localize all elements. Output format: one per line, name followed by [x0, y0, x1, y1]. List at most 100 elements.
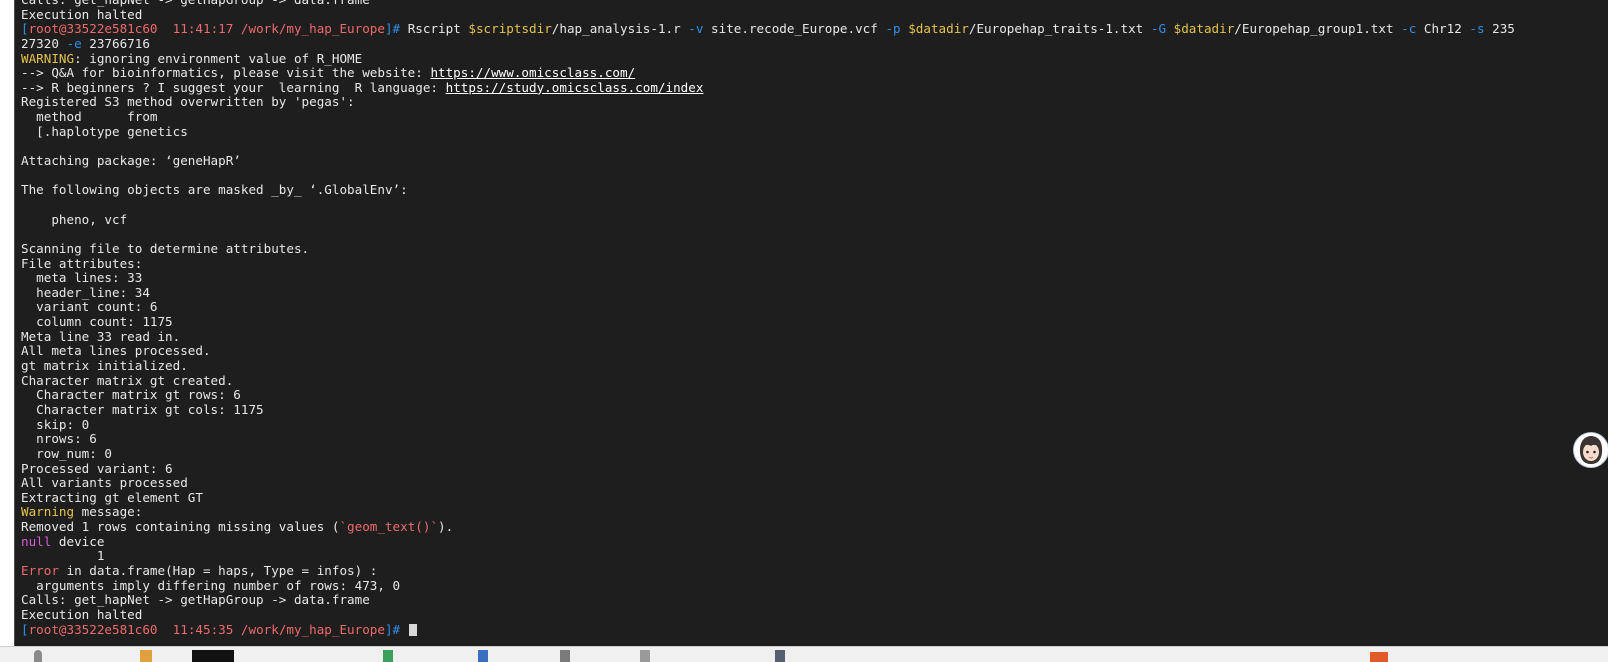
- terminal-line: All meta lines processed.: [21, 344, 1608, 359]
- terminal-text-segment: -s: [1469, 22, 1485, 37]
- terminal-text-segment: gt matrix initialized.: [21, 359, 188, 374]
- taskbar-icon[interactable]: [640, 650, 650, 662]
- terminal-line: Processed variant: 6: [21, 462, 1608, 477]
- terminal-text-segment: -e: [66, 36, 82, 51]
- cursor-block[interactable]: [408, 623, 417, 636]
- terminal-line: variant count: 6: [21, 300, 1608, 315]
- terminal-text-segment: ).: [438, 520, 454, 535]
- terminal-text-segment: Error: [21, 563, 59, 578]
- terminal-text-segment: [.haplotype genetics: [21, 124, 188, 139]
- terminal-line: File attributes:: [21, 257, 1608, 272]
- terminal-text-segment: 235: [1484, 22, 1515, 37]
- terminal-text-segment: device: [51, 534, 105, 549]
- terminal-text-segment: File attributes:: [21, 256, 143, 271]
- taskbar-icon[interactable]: [775, 650, 785, 662]
- terminal-text-segment: /hap_analysis-1.r: [551, 22, 689, 37]
- terminal-line: pheno, vcf: [21, 213, 1608, 228]
- terminal-text-segment: Meta line 33 read in.: [21, 329, 181, 344]
- terminal-text-segment: All variants processed: [21, 476, 188, 491]
- assistant-face-icon: [1574, 433, 1608, 467]
- terminal-line: Character matrix gt rows: 6: [21, 388, 1608, 403]
- terminal-line: Meta line 33 read in.: [21, 330, 1608, 345]
- terminal-text-segment: root@33522e581c60: [28, 22, 158, 37]
- terminal-line: All variants processed: [21, 476, 1608, 491]
- taskbar-icon[interactable]: [383, 650, 393, 662]
- terminal-line: Registered S3 method overwritten by 'peg…: [21, 95, 1608, 110]
- terminal-line: meta lines: 33: [21, 271, 1608, 286]
- terminal-text-segment: Extracting gt element GT: [21, 490, 203, 505]
- terminal-text-segment: root@33522e581c60: [28, 622, 158, 637]
- assistant-avatar-icon[interactable]: [1573, 432, 1608, 468]
- terminal-text-segment: Character matrix gt created.: [21, 373, 234, 388]
- terminal-text-segment: row_num: 0: [21, 446, 112, 461]
- taskbar: [0, 646, 1608, 662]
- terminal-text-segment: /Europehap_group1.txt: [1234, 22, 1402, 37]
- terminal-text-segment: -v: [688, 22, 704, 37]
- url-link[interactable]: https://study.omicsclass.com/index: [446, 81, 704, 95]
- terminal-text-segment: site.recode_Europe.vcf: [703, 22, 886, 37]
- terminal-line: WARNING: ignoring environment value of R…: [21, 52, 1608, 67]
- terminal-line: [root@33522e581c60 11:45:35 /work/my_hap…: [21, 623, 1608, 638]
- terminal-line: [.haplotype genetics: [21, 125, 1608, 140]
- terminal-line: gt matrix initialized.: [21, 359, 1608, 374]
- terminal-text-segment: in data.frame(Hap = haps, Type = infos) …: [58, 563, 378, 578]
- terminal-text-segment: /Europehap_traits-1.txt: [968, 22, 1151, 37]
- terminal-text-segment: The following objects are masked _by_ ‘.…: [21, 183, 408, 198]
- terminal-line: column count: 1175: [21, 315, 1608, 330]
- terminal-text-segment: method from: [21, 110, 158, 125]
- taskbar-icon[interactable]: [560, 650, 570, 662]
- terminal-text-segment: : ignoring environment value of R_HOME: [74, 51, 363, 66]
- terminal-text-segment: 27320: [21, 36, 67, 51]
- terminal-line: 1: [21, 549, 1608, 564]
- terminal-text-segment: -c: [1401, 22, 1417, 37]
- terminal-line: Warning message:: [21, 505, 1608, 520]
- terminal-line: method from: [21, 110, 1608, 125]
- terminal-text-segment: ]#: [384, 622, 408, 637]
- terminal-line: The following objects are masked _by_ ‘.…: [21, 183, 1608, 198]
- terminal-text-segment: Rscript: [407, 22, 469, 37]
- terminal-line: arguments imply differing number of rows…: [21, 579, 1608, 594]
- taskbar-window-thumbnail[interactable]: [192, 650, 234, 662]
- terminal-line: Execution halted: [21, 8, 1608, 23]
- terminal-line: Error in data.frame(Hap = haps, Type = i…: [21, 564, 1608, 579]
- url-link[interactable]: https://www.omicsclass.com/: [430, 66, 635, 80]
- terminal-text-segment: -G: [1150, 22, 1167, 37]
- terminal-line: Character matrix gt created.: [21, 374, 1608, 389]
- taskbar-icon[interactable]: [140, 650, 152, 662]
- terminal-text-segment: -p: [885, 22, 901, 37]
- terminal-line: Character matrix gt cols: 1175: [21, 403, 1608, 418]
- terminal-text-segment: All meta lines processed.: [21, 344, 211, 359]
- terminal-line: Calls: get_hapNet -> getHapGroup -> data…: [21, 593, 1608, 608]
- terminal-text-segment: pheno, vcf: [21, 212, 128, 227]
- terminal-line: 27320 -e 23766716: [21, 37, 1608, 52]
- terminal-output[interactable]: Calls: get_hapNet -> getHapGroup -> data…: [21, 0, 1608, 637]
- terminal-text-segment: Execution halted: [21, 607, 143, 622]
- terminal-window[interactable]: Calls: get_hapNet -> getHapGroup -> data…: [14, 0, 1608, 646]
- taskbar-icon[interactable]: [478, 650, 488, 662]
- taskbar-icon[interactable]: [34, 650, 42, 662]
- terminal-text-segment: Character matrix gt cols: 1175: [21, 402, 264, 417]
- terminal-line: row_num: 0: [21, 447, 1608, 462]
- terminal-line: --> Q&A for bioinformatics, please visit…: [21, 66, 1608, 81]
- terminal-line: skip: 0: [21, 418, 1608, 433]
- terminal-text-segment: 1: [21, 549, 105, 564]
- terminal-line: Extracting gt element GT: [21, 491, 1608, 506]
- terminal-line: header_line: 34: [21, 286, 1608, 301]
- terminal-text-segment: message:: [74, 505, 143, 520]
- terminal-line: [root@33522e581c60 11:41:17 /work/my_hap…: [21, 22, 1608, 37]
- terminal-text-segment: column count: 1175: [21, 315, 173, 330]
- terminal-line: Attaching package: ‘geneHapR’: [21, 154, 1608, 169]
- terminal-text-segment: [: [21, 22, 29, 37]
- terminal-line: Execution halted: [21, 608, 1608, 623]
- terminal-text-segment: nrows: 6: [21, 432, 97, 447]
- terminal-text-segment: Scanning file to determine attributes.: [21, 241, 310, 256]
- terminal-text-segment: skip: 0: [21, 417, 90, 432]
- terminal-text-segment: $scriptsdir: [468, 22, 552, 37]
- terminal-text-segment: `geom_text()`: [339, 520, 439, 535]
- terminal-text-segment: 23766716: [81, 36, 150, 51]
- terminal-text-segment: Attaching package: ‘geneHapR’: [21, 154, 241, 169]
- terminal-line: --> R beginners ? I suggest your learnin…: [21, 81, 1608, 96]
